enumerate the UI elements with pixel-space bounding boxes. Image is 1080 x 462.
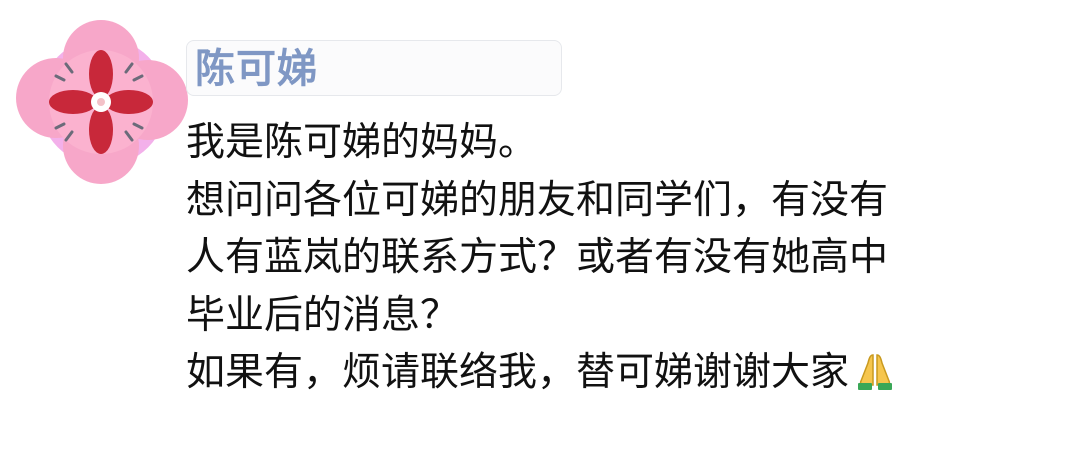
message-line-text: 如果有，烦请联络我，替可娣谢谢大家 xyxy=(186,350,850,395)
message-body: 我是陈可娣的妈妈。 想问问各位可娣的朋友和同学们，有没有 人有蓝岚的联系方式？或… xyxy=(186,114,1066,408)
message-line-last: 如果有，烦请联络我，替可娣谢谢大家 xyxy=(186,344,1066,408)
message-line: 人有蓝岚的联系方式？或者有没有她高中 xyxy=(186,235,889,280)
message-line: 我是陈可娣的妈妈。 xyxy=(186,120,538,165)
author-name-tag[interactable]: 陈可娣 xyxy=(186,40,562,96)
message-line: 毕业后的消息？ xyxy=(186,292,460,338)
flower-avatar-icon xyxy=(16,20,188,184)
message-line: 想问问各位可娣的朋友和同学们，有没有 xyxy=(186,177,889,223)
author-name: 陈可娣 xyxy=(195,46,318,92)
praying-hands-icon xyxy=(851,350,899,408)
chat-post: 陈可娣 我是陈可娣的妈妈。 想问问各位可娣的朋友和同学们，有没有 人有蓝岚的联系… xyxy=(0,0,1080,462)
avatar[interactable] xyxy=(8,6,194,192)
